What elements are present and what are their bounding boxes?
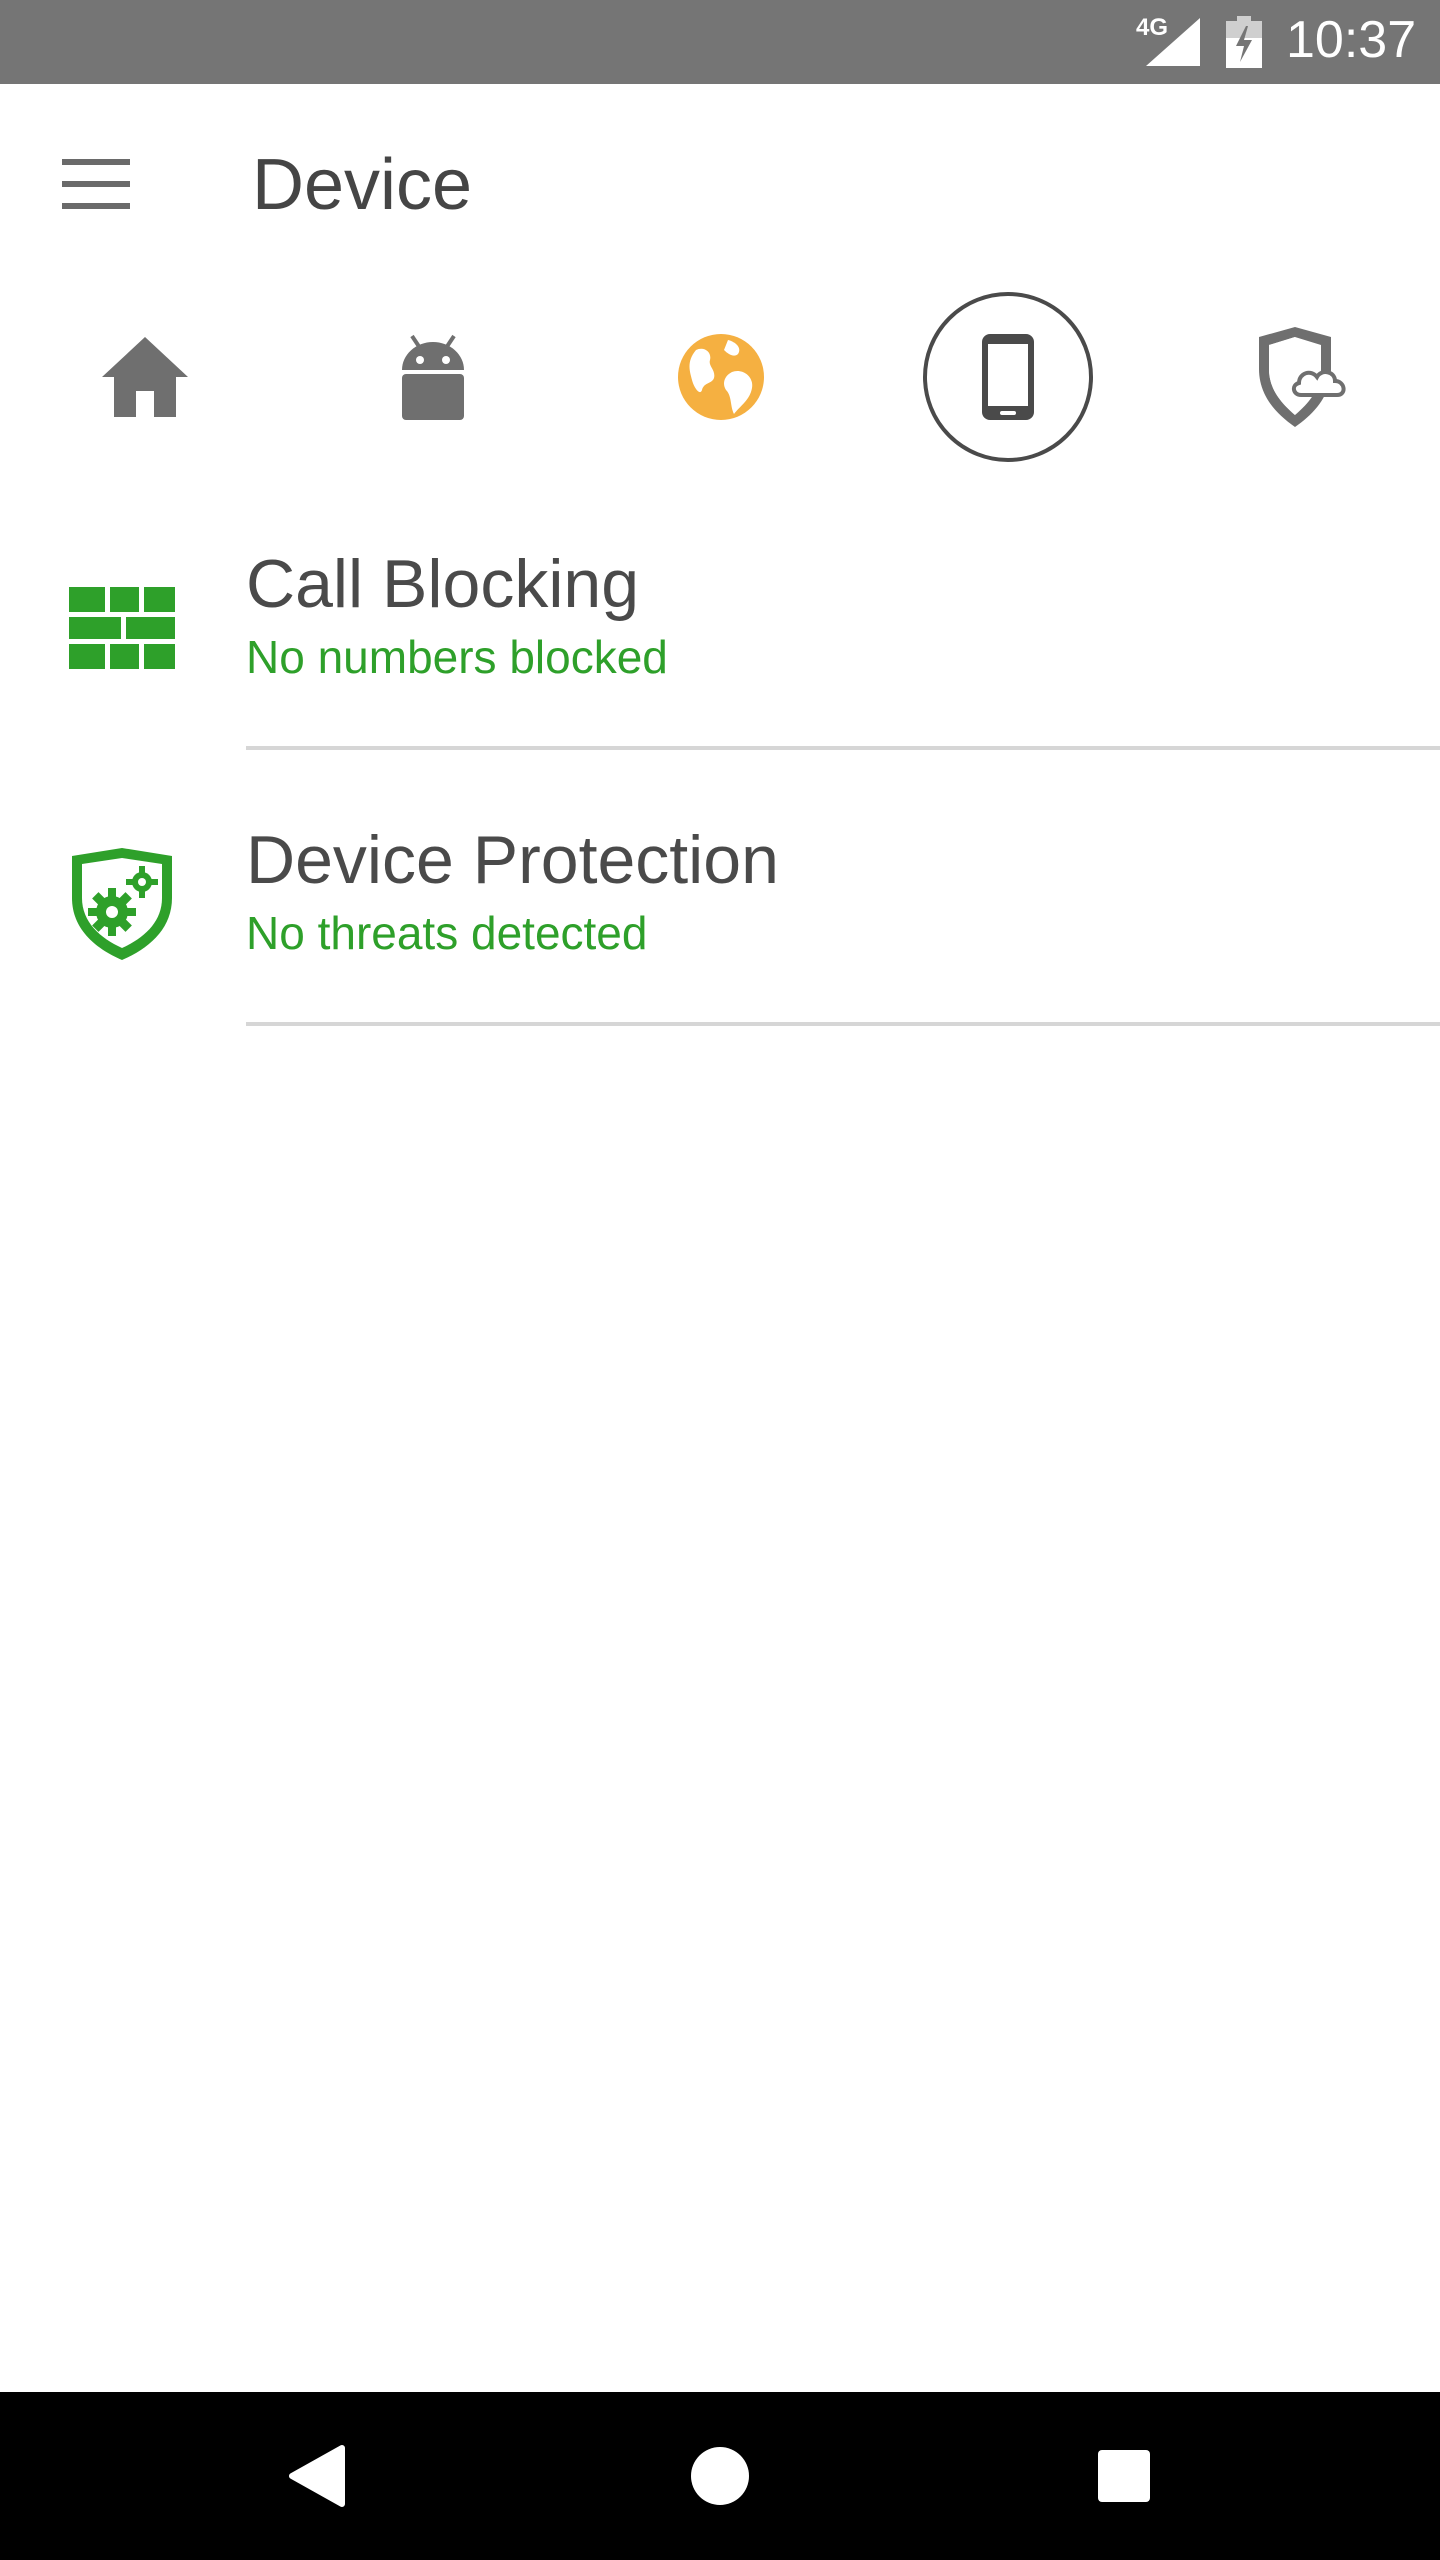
- divider: [246, 1022, 1440, 1026]
- shield-cloud-icon: [1259, 327, 1346, 427]
- clock: 10:37: [1286, 11, 1417, 69]
- item-status: No threats detected: [246, 907, 648, 959]
- recents-square-icon: [1098, 2450, 1150, 2502]
- android-icon: [402, 334, 464, 420]
- tab-bar: [0, 280, 1440, 480]
- menu-button[interactable]: [46, 134, 146, 234]
- tab-home[interactable]: [60, 292, 230, 462]
- home-icon: [102, 337, 188, 417]
- item-icon-container: [66, 844, 178, 964]
- list-item-call-blocking[interactable]: Call Blocking No numbers blocked: [0, 520, 1440, 796]
- back-triangle-icon: [289, 2445, 345, 2507]
- feature-list: Call Blocking No numbers blocked Device …: [0, 520, 1440, 1072]
- firewall-brick-icon: [69, 587, 175, 669]
- screen: 4G 10:37 Device Call Blocking No numbers…: [0, 0, 1440, 2560]
- status-bar: 4G 10:37: [0, 0, 1440, 84]
- page-title: Device: [252, 145, 473, 225]
- recents-button[interactable]: [1074, 2426, 1174, 2526]
- app-bar: Device: [0, 84, 1440, 280]
- tab-web[interactable]: [636, 292, 806, 462]
- home-circle-icon: [691, 2447, 749, 2505]
- tab-android[interactable]: [348, 292, 518, 462]
- battery-charging-icon: [1226, 16, 1262, 68]
- home-button[interactable]: [670, 2426, 770, 2526]
- divider: [246, 746, 1440, 750]
- item-title: Device Protection: [246, 822, 779, 898]
- shield-gears-icon: [72, 848, 172, 960]
- item-status: No numbers blocked: [246, 631, 668, 683]
- globe-icon: [678, 334, 764, 420]
- item-title: Call Blocking: [246, 546, 640, 622]
- signal-icon: [1146, 18, 1200, 66]
- tab-device[interactable]: [923, 292, 1093, 462]
- phone-icon: [982, 334, 1034, 420]
- hamburger-menu-icon: [62, 159, 130, 209]
- list-item-device-protection[interactable]: Device Protection No threats detected: [0, 796, 1440, 1072]
- item-icon-container: [66, 568, 178, 688]
- system-nav-bar: [0, 2392, 1440, 2560]
- back-button[interactable]: [266, 2426, 366, 2526]
- tab-cloud-protection[interactable]: [1218, 292, 1388, 462]
